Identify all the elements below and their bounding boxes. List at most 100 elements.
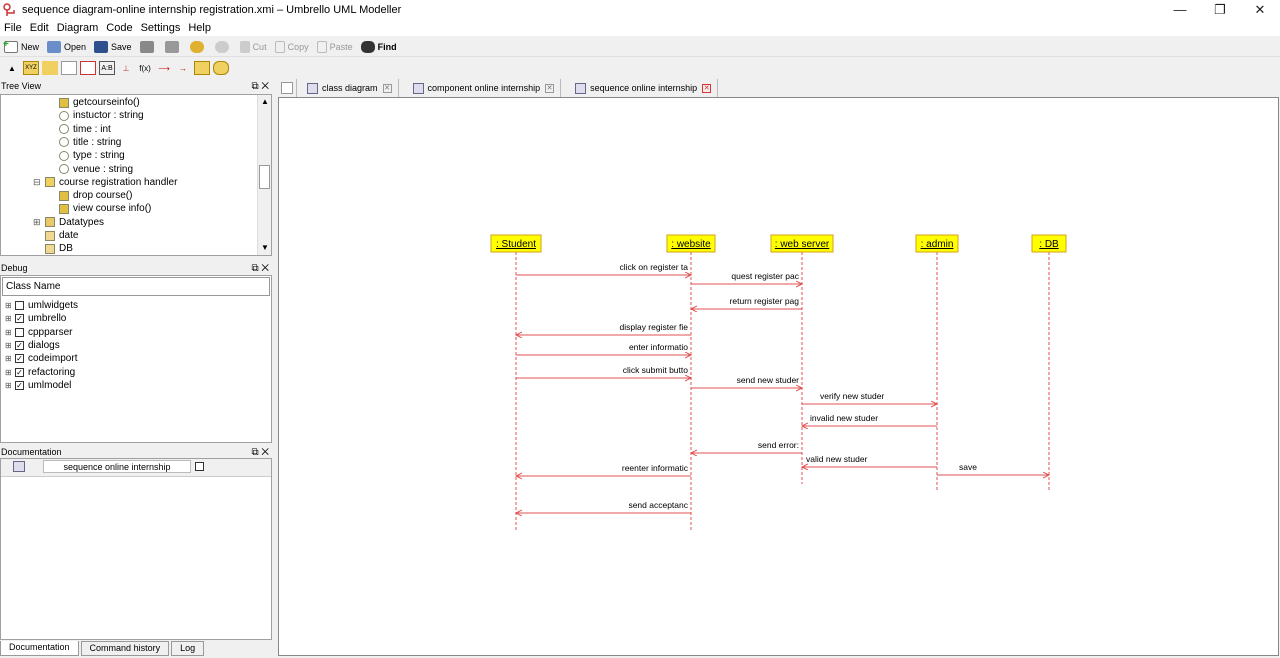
message-label[interactable]: enter informatio [629, 342, 688, 352]
select-arrow-icon[interactable]: ▲ [4, 61, 20, 75]
debug-item[interactable]: ⊞ ✓ codeimport [5, 352, 77, 365]
scroll-up-icon[interactable]: ▲ [259, 96, 271, 108]
close-tab-icon[interactable]: ✕ [702, 83, 712, 93]
maximize-button[interactable]: ❐ [1200, 0, 1240, 20]
message-label[interactable]: verify new studer [820, 391, 884, 401]
documentation-field[interactable]: sequence online internship [43, 460, 191, 473]
tree-item[interactable]: drop course() [47, 189, 132, 202]
menu-help[interactable]: Help [184, 20, 215, 36]
scroll-thumb[interactable] [259, 165, 270, 189]
debug-controls[interactable]: ⧉ ✕ [251, 262, 269, 275]
scroll-down-icon[interactable]: ▼ [259, 242, 271, 254]
state-tool-icon[interactable] [194, 61, 210, 75]
debug-checkbox[interactable] [15, 327, 24, 337]
tab-command-history[interactable]: Command history [80, 641, 170, 656]
message-label[interactable]: send error: [758, 440, 799, 450]
tree-view-controls[interactable]: ⧉ ✕ [251, 80, 269, 93]
undo-button[interactable] [189, 40, 207, 53]
message-label[interactable]: send acceptanc [628, 500, 688, 510]
async-message-icon[interactable]: → [175, 61, 191, 75]
box-tool-icon[interactable] [80, 61, 96, 75]
combined-fragment-icon[interactable]: ⊥ [118, 61, 134, 75]
expander-icon[interactable]: ⊞ [5, 354, 13, 363]
message-label[interactable]: display register fie [619, 322, 688, 332]
print-preview-button[interactable] [164, 40, 182, 53]
object-label[interactable]: : web server [775, 239, 830, 250]
debug-item[interactable]: ⊞ cppparser [5, 326, 72, 339]
function-tool-icon[interactable]: f(x) [137, 61, 153, 75]
debug-item[interactable]: ⊞ ✓ dialogs [5, 339, 60, 352]
expander-icon[interactable]: ⊞ [5, 381, 13, 390]
class-name-header[interactable]: Class Name [2, 277, 270, 296]
debug-item[interactable]: ⊞ ✓ umlmodel [5, 379, 71, 392]
tree-item[interactable]: ⊞ Datatypes [33, 216, 104, 229]
tab-log[interactable]: Log [171, 641, 205, 656]
object-label[interactable]: : admin [921, 239, 954, 250]
copy-button[interactable]: Copy [274, 40, 309, 53]
debug-item[interactable]: ⊞ umlwidgets [5, 299, 78, 312]
tree-item[interactable]: getcourseinfo() [47, 96, 140, 109]
tree-item[interactable]: ⊟ course registration handler [33, 176, 177, 189]
message-label[interactable]: invalid new studer [810, 413, 878, 423]
tree-item[interactable]: venue : string [47, 163, 133, 176]
close-button[interactable]: ✕ [1240, 0, 1280, 20]
tree-item[interactable]: type : string [47, 149, 125, 162]
tab-documentation[interactable]: Documentation [0, 641, 79, 656]
tree-view[interactable]: ▲ ▼ getcourseinfo() instuctor : string tim… [0, 94, 272, 256]
tab-component[interactable]: component online internship ✕ [407, 79, 562, 97]
redo-button[interactable] [214, 40, 232, 53]
close-tab-icon[interactable]: ✕ [382, 83, 392, 93]
new-button[interactable]: + New [3, 39, 39, 53]
print-button[interactable] [139, 40, 157, 53]
message-label[interactable]: valid new studer [806, 454, 868, 464]
debug-checkbox[interactable]: ✓ [15, 314, 24, 324]
expander-icon[interactable]: ⊞ [5, 328, 13, 337]
tree-item[interactable]: DB [33, 242, 73, 255]
object-label[interactable]: : Student [496, 239, 536, 250]
expander-icon[interactable]: ⊞ [5, 368, 13, 377]
debug-checkbox[interactable]: ✓ [15, 367, 24, 377]
menu-diagram[interactable]: Diagram [53, 20, 103, 36]
sequence-diagram[interactable]: : Student : website : web server : admin : D… [279, 98, 1278, 655]
precondition-icon[interactable] [213, 61, 229, 75]
object-label[interactable]: : DB [1039, 239, 1059, 250]
menu-settings[interactable]: Settings [137, 20, 185, 36]
find-button[interactable]: Find [360, 40, 397, 53]
paste-button[interactable]: Paste [316, 40, 353, 53]
expander-icon[interactable]: ⊟ [33, 176, 45, 189]
message-label[interactable]: return register pag [730, 296, 800, 306]
expander-icon[interactable]: ⊞ [5, 341, 13, 350]
minimize-button[interactable]: — [1160, 0, 1200, 20]
cut-button[interactable]: Cut [239, 40, 267, 53]
new-tab-button[interactable] [278, 79, 297, 97]
menu-file[interactable]: File [0, 20, 26, 36]
message-label[interactable]: click on register ta [620, 262, 689, 272]
message-label[interactable]: send new studer [737, 375, 800, 385]
documentation-panel[interactable]: sequence online internship [0, 458, 272, 640]
documentation-checkbox[interactable] [195, 462, 204, 471]
tab-class-diagram[interactable]: class diagram ✕ [301, 79, 399, 97]
menu-code[interactable]: Code [102, 20, 136, 36]
tree-item[interactable]: time : int [47, 123, 111, 136]
debug-item[interactable]: ⊞ ✓ umbrello [5, 312, 66, 325]
debug-checkbox[interactable]: ✓ [15, 354, 24, 364]
tree-item[interactable]: title : string [47, 136, 121, 149]
expander-icon[interactable]: ⊞ [5, 314, 13, 323]
text-tool-icon[interactable]: A:B [99, 61, 115, 75]
tree-item[interactable]: instuctor : string [47, 109, 144, 122]
tree-scrollbar[interactable]: ▲ ▼ [257, 95, 271, 255]
sync-message-icon[interactable]: ⟶ [156, 61, 172, 75]
diagram-canvas[interactable]: : Student : website : web server : admin : D… [278, 97, 1279, 656]
message-label[interactable]: reenter informatic [622, 463, 689, 473]
tree-item[interactable]: view course info() [47, 202, 151, 215]
open-button[interactable]: Open [47, 40, 86, 53]
message-label[interactable]: click submit butto [623, 365, 688, 375]
object-label[interactable]: : website [671, 239, 711, 250]
object-tool-icon[interactable]: XYZ [23, 61, 39, 75]
message-label[interactable]: save [959, 462, 977, 472]
close-tab-icon[interactable]: ✕ [545, 83, 555, 93]
save-button[interactable]: Save [94, 40, 132, 53]
tab-sequence[interactable]: sequence online internship ✕ [569, 79, 719, 97]
tree-item[interactable]: date [33, 229, 78, 242]
debug-checkbox[interactable]: ✓ [15, 380, 24, 390]
